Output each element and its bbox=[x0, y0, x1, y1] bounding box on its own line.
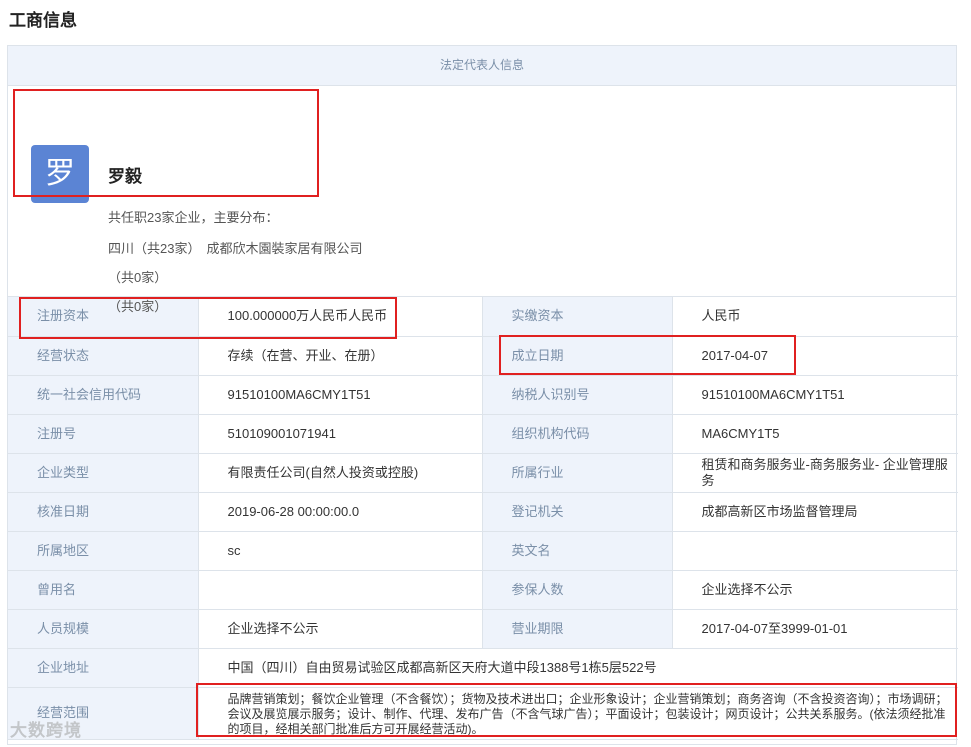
field-value: 91510100MA6CMY1T51 bbox=[197, 374, 483, 415]
field-value: 91510100MA6CMY1T51 bbox=[671, 374, 958, 415]
field-label: 统一社会信用代码 bbox=[8, 374, 199, 415]
page-title: 工商信息 bbox=[9, 11, 77, 30]
field-label: 核准日期 bbox=[8, 491, 199, 532]
field-value: 人民币 bbox=[671, 297, 958, 337]
field-label: 登记机关 bbox=[481, 491, 673, 532]
distribution-region: 四川（共23家） bbox=[108, 241, 201, 256]
field-label: 参保人数 bbox=[481, 569, 673, 610]
field-label: 组织机构代码 bbox=[481, 413, 673, 454]
field-value: MA6CMY1T5 bbox=[671, 413, 958, 454]
table-row: 企业类型 有限责任公司(自然人投资或控股) 所属行业 租赁和商务服务业-商务服务… bbox=[8, 452, 958, 493]
field-value: 企业选择不公示 bbox=[671, 569, 958, 610]
field-value: 存续（在营、开业、在册） bbox=[197, 335, 483, 376]
field-label: 经营状态 bbox=[8, 335, 199, 376]
business-info-panel: 法定代表人信息 罗 罗毅 共任职23家企业，主要分布： 四川（共23家） 成都欣木… bbox=[7, 45, 958, 745]
field-value: 中国（四川）自由贸易试验区成都高新区天府大道中段1388号1栋5层522号 bbox=[197, 647, 958, 688]
distribution-item: （共0家） bbox=[108, 296, 179, 315]
avatar: 罗 bbox=[31, 145, 89, 203]
table-row: 注册号 510109001071941 组织机构代码 MA6CMY1T5 bbox=[8, 413, 958, 454]
field-value: 100.000000万人民币人民币 bbox=[197, 297, 483, 337]
business-info-table: 注册资本 100.000000万人民币人民币 实缴资本 人民币 经营状态 存续（… bbox=[8, 297, 958, 740]
field-label: 成立日期 bbox=[481, 335, 673, 376]
table-row: 核准日期 2019-06-28 00:00:00.0 登记机关 成都高新区市场监… bbox=[8, 491, 958, 532]
field-value: 品牌营销策划；餐饮企业管理（不含餐饮）；货物及技术进出口；企业形象设计；企业营销… bbox=[197, 686, 958, 740]
field-value: 2017-04-07 bbox=[671, 335, 958, 376]
field-value bbox=[197, 569, 483, 610]
table-row: 统一社会信用代码 91510100MA6CMY1T51 纳税人识别号 91510… bbox=[8, 374, 958, 415]
field-label: 实缴资本 bbox=[481, 297, 673, 337]
distribution-region: （共0家） bbox=[108, 270, 168, 285]
field-label: 所属地区 bbox=[8, 530, 199, 571]
distribution-item: 四川（共23家） 成都欣木園裝家居有限公司 bbox=[108, 238, 368, 257]
distribution-item: （共0家） bbox=[108, 267, 179, 286]
table-row: 人员规模 企业选择不公示 营业期限 2017-04-07至3999-01-01 bbox=[8, 608, 958, 649]
field-label: 注册号 bbox=[8, 413, 199, 454]
legal-rep-block: 罗 罗毅 共任职23家企业，主要分布： 四川（共23家） 成都欣木園裝家居有限公司… bbox=[8, 86, 956, 314]
legal-rep-name[interactable]: 罗毅 bbox=[108, 162, 142, 187]
distribution-region: （共0家） bbox=[108, 299, 168, 314]
table-row: 曾用名 参保人数 企业选择不公示 bbox=[8, 569, 958, 610]
field-label: 企业类型 bbox=[8, 452, 199, 493]
legal-rep-roles-summary: 共任职23家企业，主要分布： bbox=[108, 210, 279, 225]
field-label: 曾用名 bbox=[8, 569, 199, 610]
table-row: 企业地址 中国（四川）自由贸易试验区成都高新区天府大道中段1388号1栋5层52… bbox=[8, 647, 958, 688]
field-value: 有限责任公司(自然人投资或控股) bbox=[197, 452, 483, 493]
field-value: 成都高新区市场监督管理局 bbox=[671, 491, 958, 532]
field-value bbox=[671, 530, 958, 571]
watermark: 大数跨境 bbox=[10, 721, 82, 740]
field-label: 营业期限 bbox=[481, 608, 673, 649]
table-row: 经营状态 存续（在营、开业、在册） 成立日期 2017-04-07 bbox=[8, 335, 958, 376]
field-label: 所属行业 bbox=[481, 452, 673, 493]
table-row: 所属地区 sc 英文名 bbox=[8, 530, 958, 571]
field-value: 企业选择不公示 bbox=[197, 608, 483, 649]
field-label: 英文名 bbox=[481, 530, 673, 571]
distribution-company[interactable]: 成都欣木園裝家居有限公司 bbox=[206, 241, 362, 256]
field-label: 企业地址 bbox=[8, 647, 199, 688]
field-value: 租赁和商务服务业-商务服务业- 企业管理服务 bbox=[671, 452, 958, 493]
field-value: sc bbox=[197, 530, 483, 571]
field-label: 人员规模 bbox=[8, 608, 199, 649]
field-value: 2019-06-28 00:00:00.0 bbox=[197, 491, 483, 532]
field-value: 510109001071941 bbox=[197, 413, 483, 454]
legal-rep-header: 法定代表人信息 bbox=[8, 46, 956, 86]
field-label: 纳税人识别号 bbox=[481, 374, 673, 415]
field-value: 2017-04-07至3999-01-01 bbox=[671, 608, 958, 649]
table-row: 经营范围 品牌营销策划；餐饮企业管理（不含餐饮）；货物及技术进出口；企业形象设计… bbox=[8, 686, 958, 740]
